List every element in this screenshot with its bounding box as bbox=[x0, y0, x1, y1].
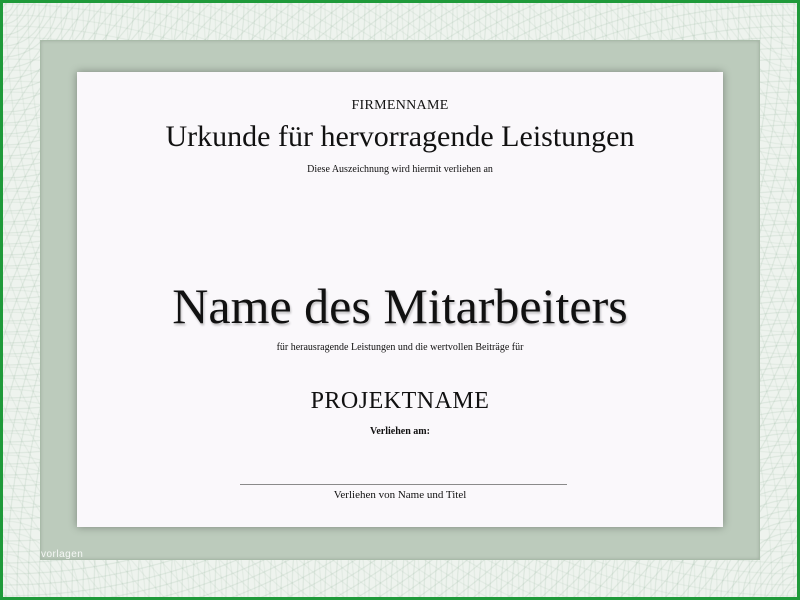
company-name: FIRMENNAME bbox=[351, 98, 449, 113]
date-label: Verliehen am: bbox=[370, 426, 430, 437]
reason-line: für herausragende Leistungen und die wer… bbox=[276, 342, 524, 353]
signer-label: Verliehen von Name und Titel bbox=[333, 489, 467, 501]
certificate-paper: FIRMENNAME Urkunde für hervorragende Lei… bbox=[77, 72, 723, 527]
project-name: PROJEKTNAME bbox=[310, 388, 490, 414]
presented-line: Diese Auszeichnung wird hiermit verliehe… bbox=[307, 164, 493, 175]
watermark-text: vorlagen bbox=[41, 549, 84, 560]
signature-line bbox=[240, 484, 567, 485]
award-title: Urkunde für hervorragende Leistungen bbox=[165, 120, 635, 153]
employee-name: Name des Mitarbeiters bbox=[172, 278, 628, 334]
